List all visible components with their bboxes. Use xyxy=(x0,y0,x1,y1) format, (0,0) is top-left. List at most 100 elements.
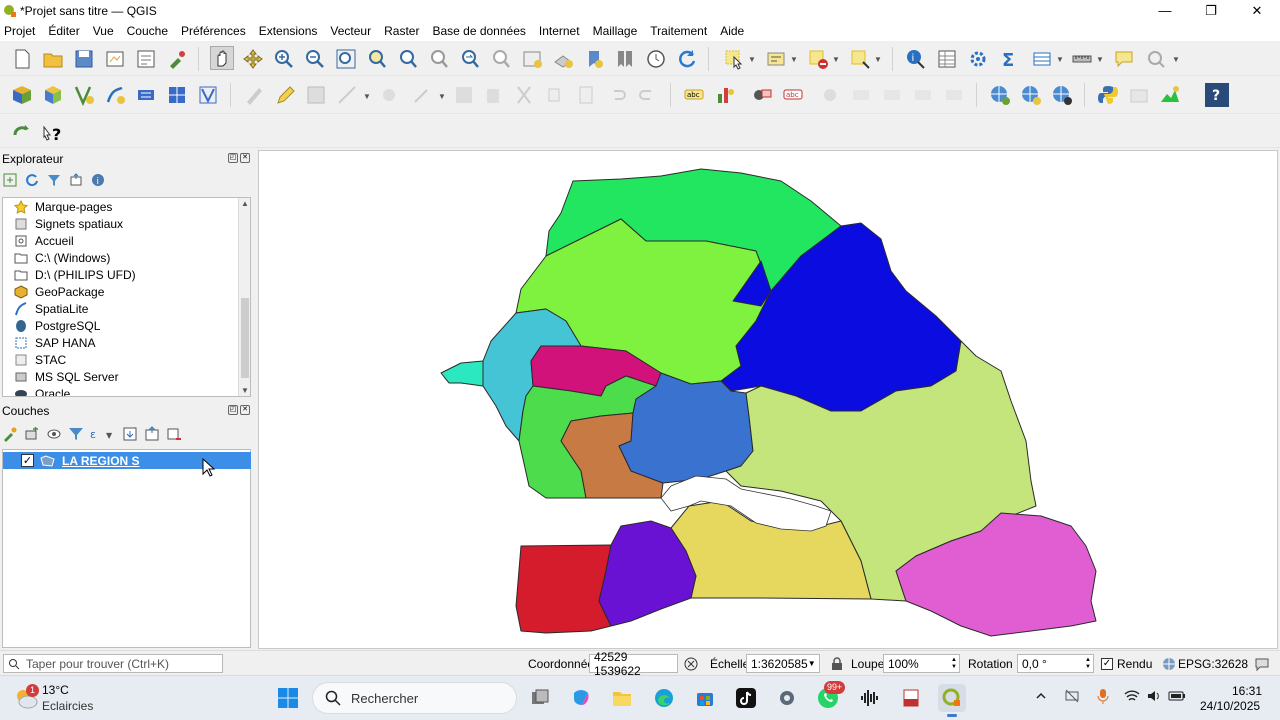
region-south-west[interactable] xyxy=(515,544,612,634)
crs-button[interactable]: EPSG:32628 xyxy=(1162,654,1248,673)
menu-traitement[interactable]: Traitement xyxy=(646,22,711,40)
digitize-line-icon[interactable] xyxy=(335,83,359,107)
zoom-to-selection-icon[interactable] xyxy=(365,47,389,71)
edge-browser-icon[interactable] xyxy=(650,684,678,712)
cut-features-icon[interactable] xyxy=(512,83,536,107)
maximize-button[interactable]: ❐ xyxy=(1188,0,1234,21)
microsoft-store-icon[interactable] xyxy=(691,684,719,712)
toggle-editing-icon[interactable] xyxy=(273,83,297,107)
file-explorer-icon[interactable] xyxy=(608,684,636,712)
zoom-full-icon[interactable] xyxy=(334,47,358,71)
plugin-manager-icon[interactable] xyxy=(1127,83,1151,107)
edit-table-icon[interactable] xyxy=(452,83,476,107)
current-edits-icon[interactable] xyxy=(242,83,266,107)
explorer-tree[interactable]: Marque-pages Signets spatiaux Accueil C:… xyxy=(2,197,251,397)
open-table-icon[interactable] xyxy=(1030,47,1054,71)
refresh-icon[interactable] xyxy=(675,47,699,71)
explorer-item-stac[interactable]: STAC xyxy=(3,351,250,368)
minimize-button[interactable]: — xyxy=(1142,0,1188,21)
layout-manager-icon[interactable] xyxy=(134,47,158,71)
explorer-item-oracle[interactable]: Oracle xyxy=(3,385,250,396)
close-panel-icon[interactable]: ✕ xyxy=(240,405,250,415)
new-virtual-layer-icon[interactable] xyxy=(134,83,158,107)
volume-icon[interactable] xyxy=(1146,688,1162,707)
label-layer-icon[interactable]: abc xyxy=(682,83,706,107)
new-spatialite-icon[interactable] xyxy=(103,83,127,107)
audio-app-icon[interactable] xyxy=(856,684,884,712)
whats-this-icon[interactable]: ? xyxy=(41,120,65,144)
scrollbar-thumb[interactable] xyxy=(241,298,249,378)
collapse-all-layers-icon[interactable] xyxy=(144,426,160,442)
lock-scale-icon[interactable] xyxy=(831,654,843,673)
map-canvas[interactable] xyxy=(258,150,1278,649)
region-map[interactable] xyxy=(259,151,1279,650)
elevation-profile-icon[interactable] xyxy=(1158,83,1182,107)
redo-icon[interactable] xyxy=(636,83,660,107)
float-panel-icon[interactable]: ◰ xyxy=(228,153,238,163)
qgis-taskbar-icon[interactable] xyxy=(938,684,966,717)
remove-layer-icon[interactable] xyxy=(166,426,182,442)
attribute-table-icon[interactable] xyxy=(935,47,959,71)
menu-maillage[interactable]: Maillage xyxy=(589,22,642,40)
python-console-icon[interactable] xyxy=(1096,83,1120,107)
settings-gear-icon[interactable] xyxy=(773,684,801,712)
undo-icon[interactable] xyxy=(605,83,629,107)
scroll-up-icon[interactable]: ▲ xyxy=(241,199,249,208)
tiktok-icon[interactable] xyxy=(732,684,760,712)
pan-to-selection-icon[interactable] xyxy=(241,47,265,71)
highlight-label-icon[interactable]: abc xyxy=(781,83,805,107)
coordinate-field[interactable]: 42529 1539622 xyxy=(589,650,678,678)
copy-features-icon[interactable] xyxy=(543,83,567,107)
document-app-icon[interactable] xyxy=(897,684,925,712)
modify-attributes-icon[interactable] xyxy=(410,83,434,107)
new-map-view-icon[interactable] xyxy=(520,47,544,71)
statistics-sigma-icon[interactable]: Σ xyxy=(997,47,1021,71)
microphone-icon[interactable] xyxy=(1096,688,1110,707)
expand-all-icon[interactable] xyxy=(122,426,138,442)
spin-arrows-icon[interactable]: ▲ ▼ xyxy=(1085,657,1091,671)
zoom-to-layer-icon[interactable] xyxy=(396,47,420,71)
new-print-layout-icon[interactable] xyxy=(103,47,127,71)
zoom-out-icon[interactable] xyxy=(303,47,327,71)
add-group-icon[interactable] xyxy=(24,426,40,442)
move-label-icon[interactable] xyxy=(849,83,873,107)
delete-selected-icon[interactable] xyxy=(481,83,505,107)
paste-features-icon[interactable] xyxy=(574,83,598,107)
extent-toggle-icon[interactable] xyxy=(683,654,699,673)
zoom-native-icon[interactable] xyxy=(427,47,451,71)
select-features-icon[interactable] xyxy=(722,47,746,71)
add-vector-icon[interactable] xyxy=(41,83,65,107)
task-view-icon[interactable] xyxy=(526,684,554,712)
menu-internet[interactable]: Internet xyxy=(535,22,584,40)
menu-editer[interactable]: Éditer xyxy=(44,22,83,40)
collapse-all-icon[interactable] xyxy=(68,172,84,188)
menu-preferences[interactable]: Préférences xyxy=(177,22,250,40)
filter-browser-icon[interactable] xyxy=(46,172,62,188)
magnifier-field[interactable]: 100% xyxy=(888,657,919,671)
copilot-icon[interactable] xyxy=(567,684,595,712)
locator-search[interactable]: Taper pour trouver (Ctrl+K) xyxy=(3,654,223,673)
float-panel-icon[interactable]: ◰ xyxy=(228,405,238,415)
style-manager-icon[interactable] xyxy=(165,47,189,71)
battery-icon[interactable] xyxy=(1168,688,1186,707)
change-label-icon[interactable] xyxy=(911,83,935,107)
toolbox-icon[interactable] xyxy=(966,47,990,71)
chevron-down-icon[interactable]: ▼ xyxy=(808,659,816,668)
new-project-icon[interactable] xyxy=(10,47,34,71)
messages-icon[interactable] xyxy=(1254,654,1270,673)
layer-styling-icon[interactable] xyxy=(2,426,18,442)
scale-field[interactable]: 1:3620585 xyxy=(751,657,808,671)
map-tips-icon[interactable] xyxy=(1112,47,1136,71)
menu-extensions[interactable]: Extensions xyxy=(255,22,322,40)
rotation-field[interactable]: 0,0 ° xyxy=(1022,657,1047,671)
locator-icon[interactable] xyxy=(1144,47,1168,71)
region-cap-vert[interactable] xyxy=(440,360,484,387)
windows-start-icon[interactable] xyxy=(274,684,302,712)
select-by-value-icon[interactable] xyxy=(764,47,788,71)
scroll-down-icon[interactable]: ▼ xyxy=(241,386,249,395)
filter-expression-icon[interactable]: ε ▼ xyxy=(90,426,116,442)
explorer-item-d-drive[interactable]: D:\ (PHILIPS UFD) xyxy=(3,266,250,283)
add-raster-icon[interactable] xyxy=(165,83,189,107)
spin-arrows-icon[interactable]: ▲ ▼ xyxy=(951,657,957,671)
identify-features-icon[interactable]: i xyxy=(904,47,928,71)
